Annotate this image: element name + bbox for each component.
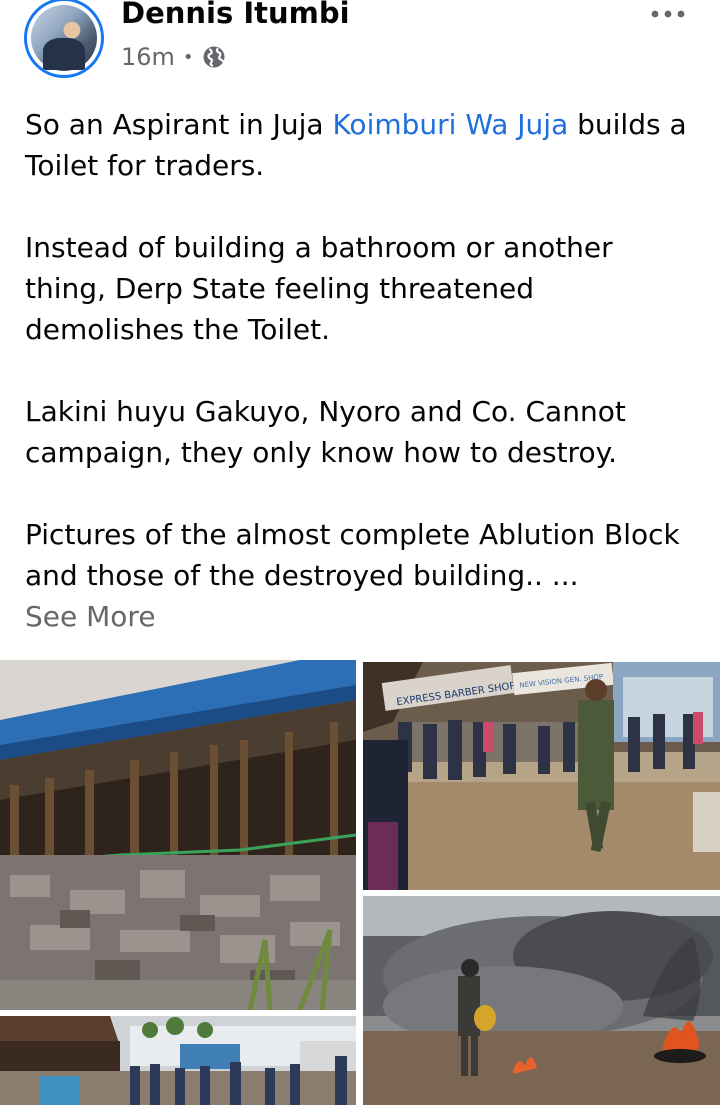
post-timestamp[interactable]: 16m [121,43,175,71]
globe-icon[interactable] [202,45,226,69]
post-paragraph-3: Lakini huyu Gakuyo, Nyoro and Co. Cannot… [25,395,626,469]
post-meta: 16m • [121,42,226,72]
more-horizontal-icon[interactable] [650,2,686,22]
see-more-link[interactable]: See More [25,600,156,633]
post-paragraph-2: Instead of building a bathroom or anothe… [25,231,613,346]
tagged-page-link[interactable]: Koimburi Wa Juja [332,108,568,141]
photo-market-crowd[interactable] [0,1016,356,1105]
meta-separator: • [182,46,194,68]
photo-street-queue[interactable]: EXPRESS BARBER SHOP NEW VISION GEN. SHOP [363,662,720,890]
author-avatar[interactable] [24,0,104,78]
photo-burning-street[interactable] [363,896,720,1105]
post-body: So an Aspirant in Juja Koimburi Wa Juja … [25,104,695,637]
post-paragraph-1: So an Aspirant in Juja Koimburi Wa Juja … [25,104,695,186]
photo-demolished-structure[interactable] [0,660,356,1010]
author-name[interactable]: Dennis Itumbi [121,0,350,30]
paragraph-4-text: Pictures of the almost complete Ablution… [25,518,680,592]
paragraph-1-prefix: So an Aspirant in Juja [25,108,333,141]
avatar-image [31,5,97,71]
post-header: Dennis Itumbi 16m • [0,0,720,90]
post-paragraph-4: Pictures of the almost complete Ablution… [25,514,695,637]
photo-grid: EXPRESS BARBER SHOP NEW VISION GEN. SHOP [0,660,720,1105]
